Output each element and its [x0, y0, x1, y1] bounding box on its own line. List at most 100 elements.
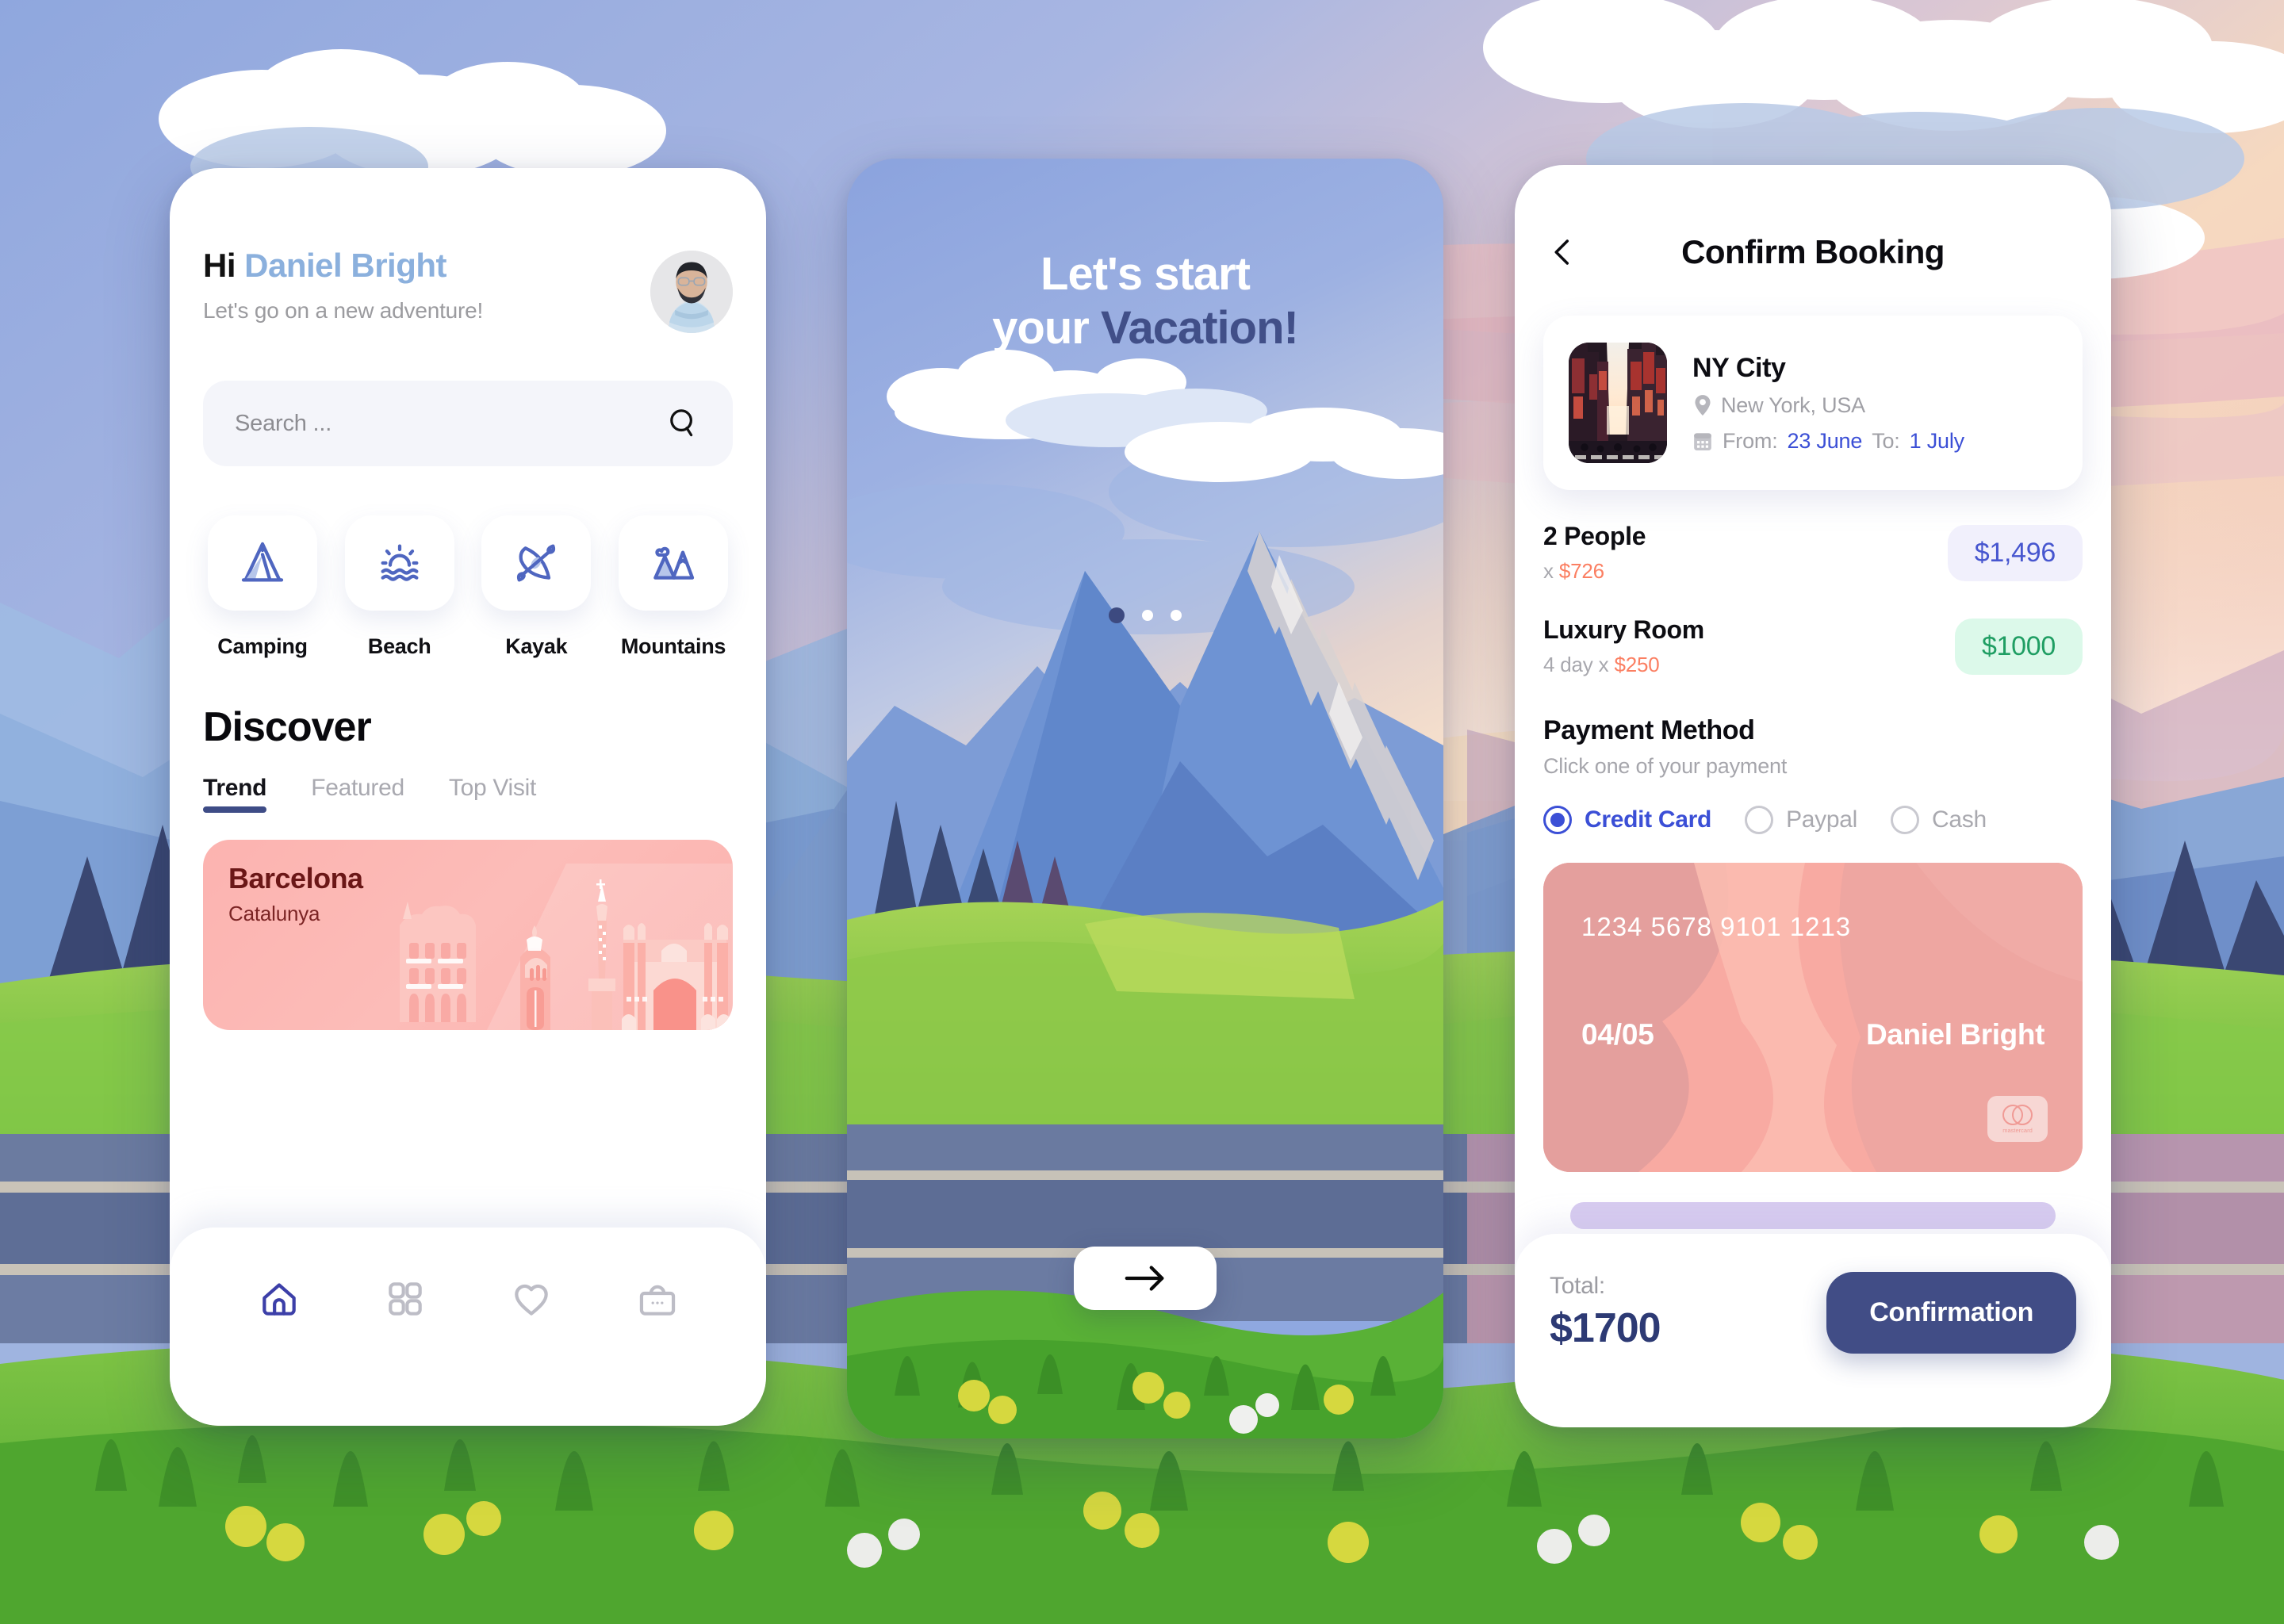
category-tile: [481, 515, 592, 611]
tab-top-visit[interactable]: Top Visit: [449, 775, 536, 813]
home-icon: [262, 1283, 296, 1316]
tab-trend[interactable]: Trend: [203, 775, 266, 813]
tent-icon: [241, 542, 284, 582]
total-block: Total: $1700: [1550, 1273, 1661, 1352]
payment-option-cash[interactable]: Cash: [1891, 806, 1987, 834]
tab-featured[interactable]: Featured: [311, 775, 404, 813]
payment-option-label: Cash: [1932, 806, 1987, 833]
booking-header: Confirm Booking: [1515, 165, 2111, 271]
line-item-room: Luxury Room 4 day x $250 $1000: [1543, 615, 2083, 677]
trip-thumbnail: [1569, 343, 1667, 463]
carousel-dot-3[interactable]: [1171, 610, 1182, 621]
total-label: Total:: [1550, 1273, 1605, 1299]
page-title: Confirm Booking: [1681, 233, 1945, 270]
nav-home-button[interactable]: [257, 1277, 301, 1321]
category-label: Camping: [217, 634, 308, 658]
trip-location-text: New York, USA: [1721, 393, 1865, 417]
line-item-sub: 4 day x $250: [1543, 653, 1704, 677]
date-to-value: 1 July: [1909, 428, 1965, 453]
line-item-text: 2 People x $726: [1543, 522, 1646, 584]
radio-cash[interactable]: [1891, 806, 1919, 834]
destination-name: Barcelona: [228, 862, 363, 894]
next-button[interactable]: [1074, 1247, 1217, 1310]
phone-home-screen: Hi Daniel Bright Let's go on a new adven…: [170, 168, 766, 1426]
credit-card[interactable]: 1234 5678 9101 1213 04/05 Daniel Bright …: [1543, 863, 2083, 1172]
ny-city-photo: [1569, 343, 1667, 463]
payment-option-paypal[interactable]: Paypal: [1745, 806, 1857, 834]
date-from-label: From:: [1723, 428, 1778, 453]
radio-credit-card[interactable]: [1543, 806, 1572, 834]
chevron-left-icon: [1554, 239, 1569, 265]
category-item-mountains[interactable]: Mountains: [614, 515, 733, 659]
category-item-beach[interactable]: Beach: [340, 515, 459, 659]
onboarding-headline: Let's start your Vacation!: [847, 247, 1443, 356]
heart-icon: [514, 1284, 548, 1316]
date-to-label: To:: [1872, 428, 1900, 453]
category-tile: [208, 515, 317, 611]
mastercard-logo: mastercard: [2002, 1105, 2033, 1134]
destination-card[interactable]: Barcelona Catalunya: [203, 840, 733, 1030]
arrow-right-icon: [1125, 1266, 1164, 1291]
line-item-unit-price: $250: [1614, 653, 1660, 676]
category-item-kayak[interactable]: Kayak: [477, 515, 596, 659]
line-item-unit-price: $726: [1558, 559, 1604, 583]
nav-grid-button[interactable]: [383, 1277, 427, 1321]
kayak-icon: [517, 544, 556, 582]
barcelona-skyline-illustration: [400, 864, 733, 1030]
headline-accent: Vacation!: [1100, 302, 1299, 354]
nav-favorites-button[interactable]: [509, 1277, 554, 1321]
headline-plain: your: [992, 302, 1101, 354]
payment-option-label: Credit Card: [1585, 806, 1712, 833]
carousel-dot-1[interactable]: [1109, 607, 1125, 623]
card-holder-name: Daniel Bright: [1865, 1018, 2044, 1051]
line-item-sub-prefix: 4 day x: [1543, 653, 1615, 676]
category-label: Mountains: [620, 634, 726, 658]
avatar[interactable]: [650, 251, 733, 333]
line-item-amount: $1,496: [1947, 524, 2083, 581]
category-tile: [618, 515, 728, 611]
back-button[interactable]: [1546, 236, 1580, 269]
radio-paypal[interactable]: [1745, 806, 1774, 834]
search-icon[interactable]: [665, 405, 701, 442]
avatar-image: [650, 251, 733, 333]
page-title: Hi Daniel Bright: [203, 247, 483, 284]
grid-icon: [388, 1282, 422, 1316]
mountains-icon: [653, 546, 695, 580]
user-name: Daniel Bright: [244, 247, 447, 284]
card-expiry: 04/05: [1581, 1018, 1654, 1051]
category-label: Kayak: [505, 634, 568, 658]
line-item-text: Luxury Room 4 day x $250: [1543, 615, 1704, 677]
destination-region: Catalunya: [228, 902, 320, 925]
total-value: $1700: [1550, 1305, 1661, 1351]
trip-summary-card[interactable]: NY City New York, USA From: 23 June To: …: [1543, 316, 2083, 490]
search-input[interactable]: Search ...: [203, 381, 733, 466]
section-title-discover: Discover: [203, 704, 372, 750]
payment-option-label: Paypal: [1786, 806, 1857, 833]
calendar-icon: [1692, 430, 1713, 452]
category-label: Beach: [367, 634, 431, 658]
card-number: 1234 5678 9101 1213: [1581, 912, 1852, 941]
card-stack-accent: [1570, 1202, 2056, 1229]
phone-onboarding-screen: Let's start your Vacation!: [847, 159, 1443, 1438]
discover-tabs: Trend Featured Top Visit: [203, 775, 733, 813]
payment-method-subheading: Click one of your payment: [1543, 754, 1788, 778]
line-item-label: 2 People: [1543, 522, 1646, 550]
line-item-people: 2 People x $726 $1,496: [1543, 522, 2083, 584]
date-from-value: 23 June: [1787, 428, 1863, 453]
bag-icon: [639, 1285, 675, 1316]
map-pin-icon: [1692, 394, 1713, 416]
greeting-prefix: Hi: [203, 247, 236, 284]
payment-options: Credit Card Paypal Cash: [1543, 806, 2083, 834]
line-item-sub-prefix: x: [1543, 559, 1559, 583]
carousel-dot-2[interactable]: [1142, 610, 1153, 621]
line-item-amount: $1000: [1954, 618, 2083, 675]
payment-method-heading: Payment Method: [1543, 715, 1755, 745]
search-placeholder: Search ...: [235, 410, 332, 436]
line-item-label: Luxury Room: [1543, 615, 1704, 644]
payment-option-credit-card[interactable]: Credit Card: [1543, 806, 1711, 834]
category-list: Camping Beach Kayak Mountains: [203, 515, 733, 659]
nav-bag-button[interactable]: [635, 1277, 680, 1321]
category-item-camping[interactable]: Camping: [203, 515, 322, 659]
headline-line-1: Let's start: [1040, 248, 1251, 300]
confirmation-button[interactable]: Confirmation: [1826, 1271, 2076, 1354]
